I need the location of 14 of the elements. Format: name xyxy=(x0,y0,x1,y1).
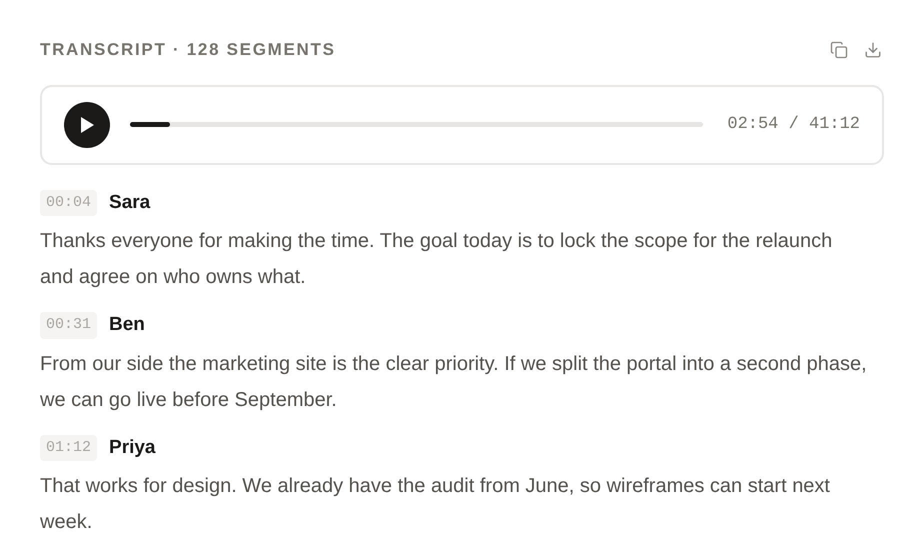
transcript-title: TRANSCRIPT · 128 SEGMENTS xyxy=(40,39,336,61)
speaker-name: Sara xyxy=(109,190,150,214)
progress-track[interactable] xyxy=(130,122,704,127)
speaker-name: Ben xyxy=(109,313,145,337)
timestamp[interactable]: 00:04 xyxy=(40,190,98,216)
speaker-name: Priya xyxy=(109,436,156,460)
timestamp[interactable]: 00:31 xyxy=(40,312,98,338)
segment-text: From our side the marketing site is the clear priority. If we split the portal into a second phase, we can go live before September. xyxy=(40,352,868,412)
segment-text: Thanks everyone for making the time. The goal today is to lock the scope for the relaunch and agree on who owns what. xyxy=(40,229,834,290)
play-icon xyxy=(80,116,94,132)
play-button[interactable] xyxy=(64,102,110,148)
timestamp[interactable]: 01:12 xyxy=(40,434,98,461)
segment-text: That works for design. We already have the audit from June, so wireframes can start next week. xyxy=(40,474,831,535)
playback-time: 02:54 / 41:12 xyxy=(727,114,860,136)
